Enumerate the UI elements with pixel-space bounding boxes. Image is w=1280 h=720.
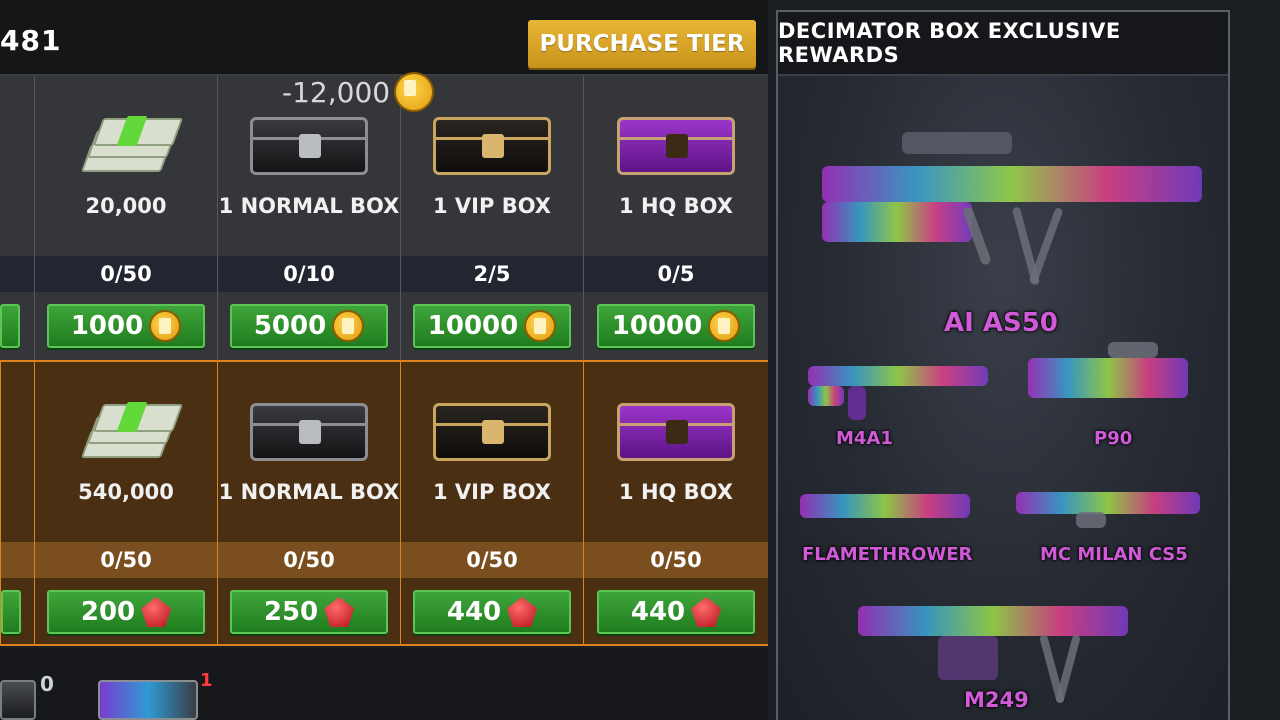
price-button-partial[interactable] bbox=[0, 304, 20, 348]
rewards-grid: 20,000 0/50 1000 1 NORMAL BOX 0/10 5000 … bbox=[0, 76, 768, 646]
reward-label: 1 NORMAL BOX bbox=[218, 194, 400, 218]
vip-box-icon bbox=[433, 117, 551, 175]
tier-header: 481 PURCHASE TIER bbox=[0, 0, 768, 76]
gem-icon bbox=[141, 597, 172, 627]
normal-box-icon bbox=[250, 117, 368, 175]
gem-icon bbox=[691, 597, 722, 627]
weapon-label: MC MILAN CS5 bbox=[1040, 544, 1188, 565]
reward-label: 540,000 bbox=[78, 480, 174, 504]
reward-cell: 1 HQ BOX 0/50 440 bbox=[583, 362, 768, 644]
price-value: 200 bbox=[80, 597, 136, 627]
rewards-showcase: AI AS50 M4A1 P90 FLAMETHROWER MC MILAN C… bbox=[778, 76, 1228, 720]
hq-box-icon bbox=[617, 403, 735, 461]
spend-notification: -12,000 bbox=[282, 72, 435, 112]
beer-icon bbox=[332, 310, 365, 342]
normal-box-icon bbox=[250, 403, 368, 461]
price-value: 440 bbox=[446, 597, 502, 627]
beer-icon bbox=[708, 310, 741, 342]
vip-box-icon bbox=[433, 403, 551, 461]
price-value: 440 bbox=[630, 597, 686, 627]
price-value: 250 bbox=[263, 597, 319, 627]
buy-button[interactable]: 200 bbox=[47, 590, 205, 634]
spend-amount: -12,000 bbox=[282, 75, 391, 109]
price-value: 5000 bbox=[253, 311, 327, 341]
buy-button[interactable]: 440 bbox=[597, 590, 755, 634]
flamethrower-icon[interactable] bbox=[800, 486, 980, 530]
smg-icon[interactable] bbox=[1028, 338, 1188, 418]
weapon-label: FLAMETHROWER bbox=[802, 544, 973, 565]
weapon-label: AI AS50 bbox=[944, 308, 1058, 338]
cash-stack-icon bbox=[78, 114, 184, 178]
reward-progress: 0/10 bbox=[218, 256, 400, 292]
beer-icon bbox=[524, 310, 557, 342]
progress-strip bbox=[0, 256, 34, 292]
reward-label: 20,000 bbox=[85, 194, 167, 218]
machine-gun-icon[interactable] bbox=[1016, 482, 1200, 532]
reward-cell: 1 NORMAL BOX 0/10 5000 bbox=[217, 76, 400, 360]
reward-progress: 0/50 bbox=[35, 542, 217, 578]
weapon-label: M4A1 bbox=[836, 428, 893, 449]
gem-icon bbox=[324, 597, 355, 627]
sniper-rifle-icon[interactable] bbox=[802, 116, 1212, 326]
reward-progress: 0/50 bbox=[35, 256, 217, 292]
currency-balance: 481 bbox=[0, 24, 62, 57]
gem-icon bbox=[507, 597, 538, 627]
inventory-count: 1 bbox=[200, 670, 213, 691]
exclusive-rewards-panel: DECIMATOR BOX EXCLUSIVE REWARDS AI AS50 … bbox=[776, 10, 1230, 720]
reward-label: 1 VIP BOX bbox=[433, 194, 551, 218]
reward-cell: 1 NORMAL BOX 0/50 250 bbox=[217, 362, 400, 644]
reward-progress: 2/5 bbox=[401, 256, 583, 292]
bottom-inventory-strip: 0 1 bbox=[0, 648, 768, 720]
weapon-label: M249 bbox=[964, 688, 1029, 712]
buy-button[interactable]: 10000 bbox=[597, 304, 755, 348]
reward-progress: 0/50 bbox=[401, 542, 583, 578]
progress-strip bbox=[1, 542, 35, 578]
beer-icon bbox=[394, 72, 435, 112]
reward-cell: 1 VIP BOX 0/50 440 bbox=[400, 362, 583, 644]
reward-cell: 1 VIP BOX 2/5 10000 bbox=[400, 76, 583, 360]
weapon-label: P90 bbox=[1094, 428, 1133, 449]
price-value: 1000 bbox=[70, 311, 144, 341]
reward-cell: 1 HQ BOX 0/5 10000 bbox=[583, 76, 768, 360]
reward-cell: 20,000 0/50 1000 bbox=[34, 76, 217, 360]
beer-icon bbox=[149, 310, 182, 342]
panel-title: DECIMATOR BOX EXCLUSIVE REWARDS bbox=[778, 12, 1228, 76]
price-value: 10000 bbox=[427, 311, 519, 341]
buy-button[interactable]: 250 bbox=[230, 590, 388, 634]
reward-label: 1 HQ BOX bbox=[619, 480, 733, 504]
cash-stack-icon bbox=[78, 400, 184, 464]
inventory-count: 0 bbox=[40, 672, 54, 696]
reward-cell: 540,000 0/50 200 bbox=[34, 362, 217, 644]
price-button-partial[interactable] bbox=[1, 590, 21, 634]
buy-button[interactable]: 1000 bbox=[47, 304, 205, 348]
reward-progress: 0/50 bbox=[218, 542, 400, 578]
reward-progress: 0/50 bbox=[584, 542, 768, 578]
light-machine-gun-icon[interactable] bbox=[858, 576, 1128, 706]
purchase-tier-button[interactable]: PURCHASE TIER bbox=[528, 20, 756, 68]
reward-label: 1 HQ BOX bbox=[619, 194, 733, 218]
reward-progress: 0/5 bbox=[584, 256, 768, 292]
reward-label: 1 NORMAL BOX bbox=[218, 480, 400, 504]
free-reward-row: 20,000 0/50 1000 1 NORMAL BOX 0/10 5000 … bbox=[0, 76, 768, 360]
buy-button[interactable]: 5000 bbox=[230, 304, 388, 348]
reward-label: 1 VIP BOX bbox=[433, 480, 551, 504]
buy-button[interactable]: 440 bbox=[413, 590, 571, 634]
reward-cell-partial bbox=[0, 76, 34, 360]
hq-box-icon bbox=[617, 117, 735, 175]
buy-button[interactable]: 10000 bbox=[413, 304, 571, 348]
inventory-box-icon[interactable] bbox=[0, 680, 36, 720]
assault-rifle-icon[interactable] bbox=[808, 346, 988, 426]
decimator-box-icon[interactable] bbox=[98, 680, 198, 720]
reward-cell-partial bbox=[0, 362, 35, 644]
price-value: 10000 bbox=[611, 311, 703, 341]
premium-reward-row: 540,000 0/50 200 1 NORMAL BOX 0/50 250 1… bbox=[0, 360, 768, 646]
